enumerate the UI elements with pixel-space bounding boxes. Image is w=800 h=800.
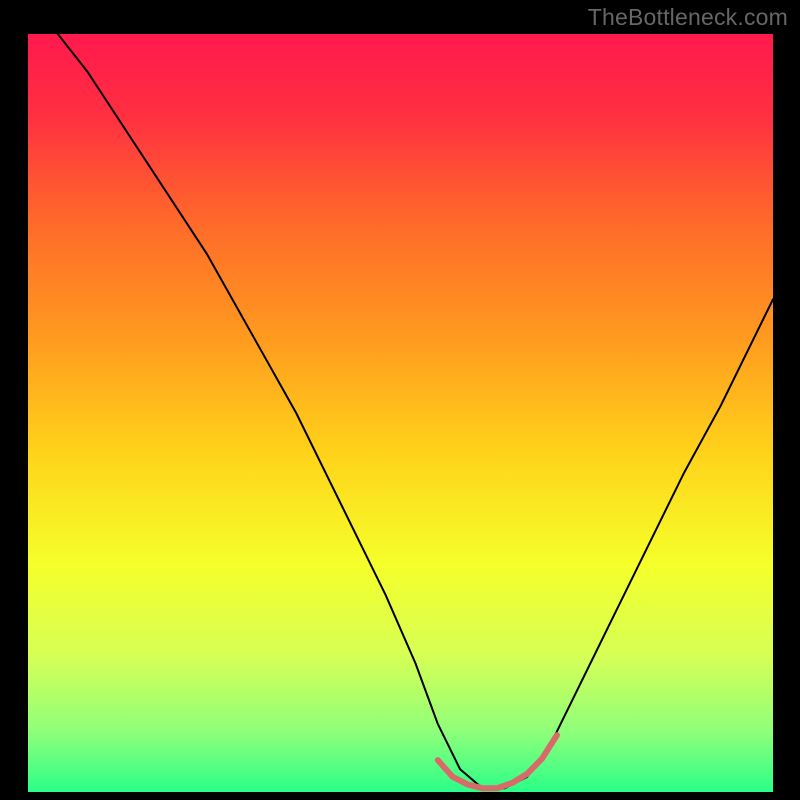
chart-frame: TheBottleneck.com (0, 0, 800, 800)
chart-svg (28, 34, 773, 792)
attribution-label: TheBottleneck.com (588, 4, 788, 31)
chart-background (28, 34, 773, 792)
chart-plot-area (28, 34, 773, 792)
